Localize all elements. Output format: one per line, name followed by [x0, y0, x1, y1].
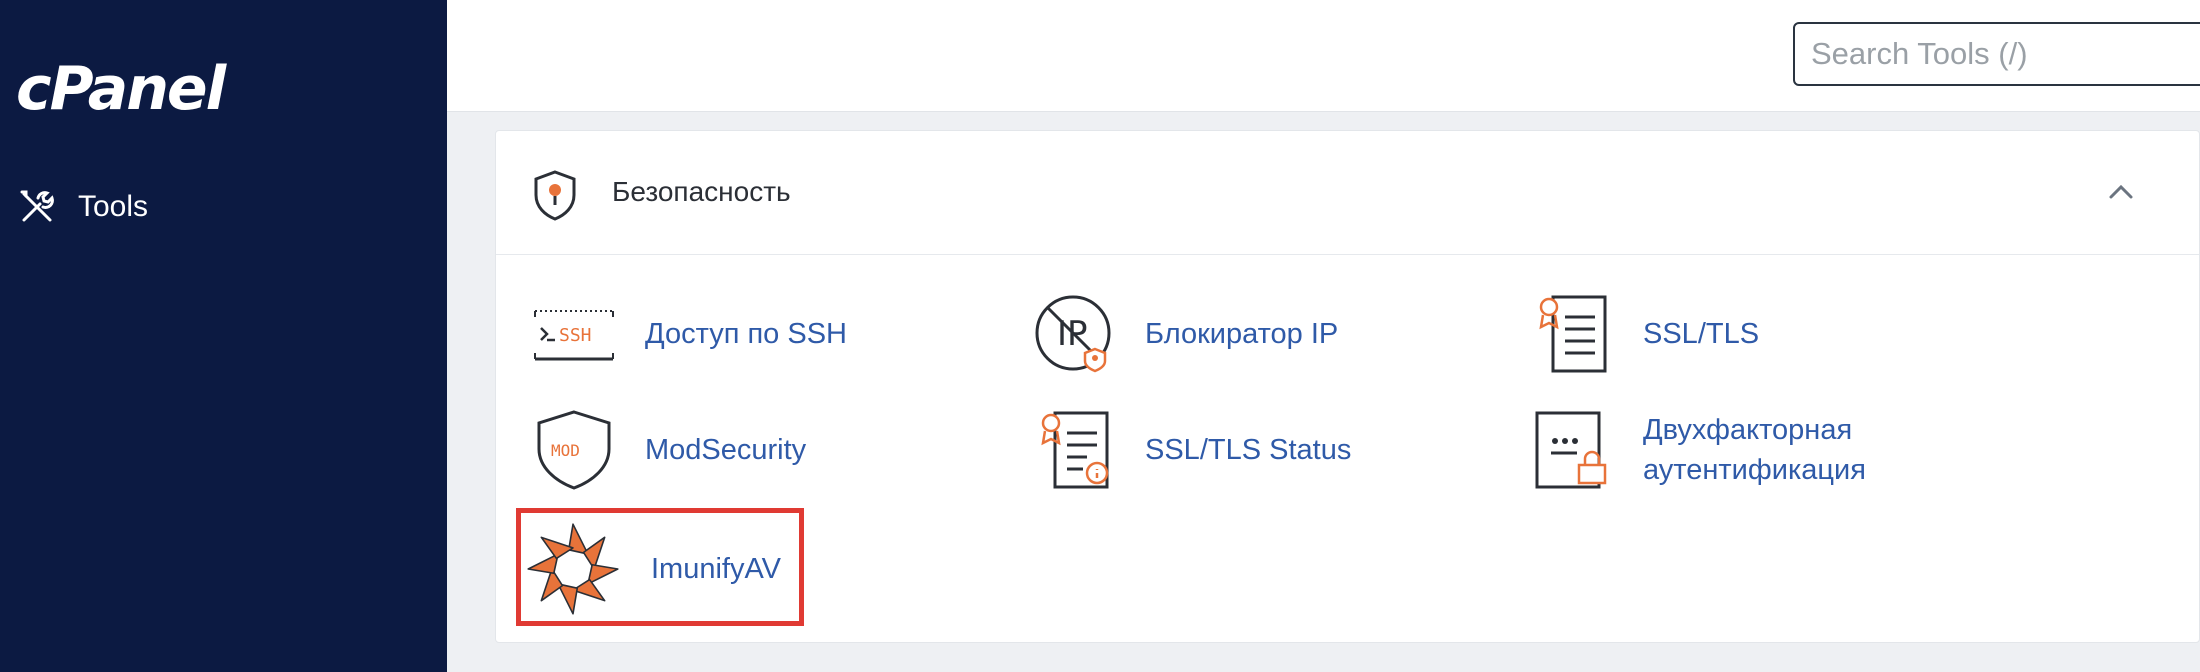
tools-icon [20, 190, 54, 222]
chevron-up-icon[interactable] [2106, 177, 2136, 207]
svg-text:IP: IP [1057, 314, 1088, 354]
tool-label: Доступ по SSH [645, 318, 847, 350]
sidebar: cPanel Tools [0, 0, 447, 672]
tool-ssl-tls-status[interactable]: SSL/TLS Status [1033, 409, 1351, 491]
tool-label: Двухфакторная аутентификация [1643, 410, 1866, 490]
svg-text:SSH: SSH [559, 325, 592, 346]
tool-two-factor-auth[interactable]: Двухфакторная аутентификация [1531, 409, 1866, 491]
search-tools-input[interactable] [1793, 22, 2200, 86]
tool-label: Блокиратор IP [1145, 318, 1339, 350]
tool-label: SSL/TLS Status [1145, 434, 1352, 466]
shield-icon [534, 170, 576, 221]
ip-blocker-icon: IP [1035, 295, 1111, 373]
tool-ip-blocker[interactable]: IP Блокиратор IP [1033, 293, 1338, 375]
tool-label: SSL/TLS [1643, 318, 1760, 350]
cpanel-logo[interactable]: cPanel [16, 54, 226, 124]
sidebar-item-tools[interactable]: Tools [18, 188, 148, 226]
certificate-icon [1539, 295, 1607, 373]
tool-label-line1: Двухфакторная [1643, 414, 1853, 446]
sidebar-item-label: Tools [78, 190, 149, 223]
tool-label-line2: аутентификация [1643, 454, 1866, 486]
svg-text:MOD: MOD [551, 441, 580, 460]
security-panel-header[interactable]: Безопасность [496, 131, 2199, 255]
highlight-box [516, 508, 804, 626]
certificate-status-icon [1041, 411, 1109, 489]
mod-shield-icon: MOD [537, 410, 611, 490]
two-factor-icon [1535, 411, 1607, 489]
tool-ssl-tls[interactable]: SSL/TLS [1531, 293, 1759, 375]
tool-modsecurity[interactable]: MOD ModSecurity [533, 409, 806, 491]
section-title: Безопасность [612, 176, 791, 207]
tool-label: ModSecurity [645, 434, 807, 466]
tool-ssh-access[interactable]: SSH Доступ по SSH [533, 293, 847, 375]
ssh-icon: SSH [534, 310, 614, 361]
